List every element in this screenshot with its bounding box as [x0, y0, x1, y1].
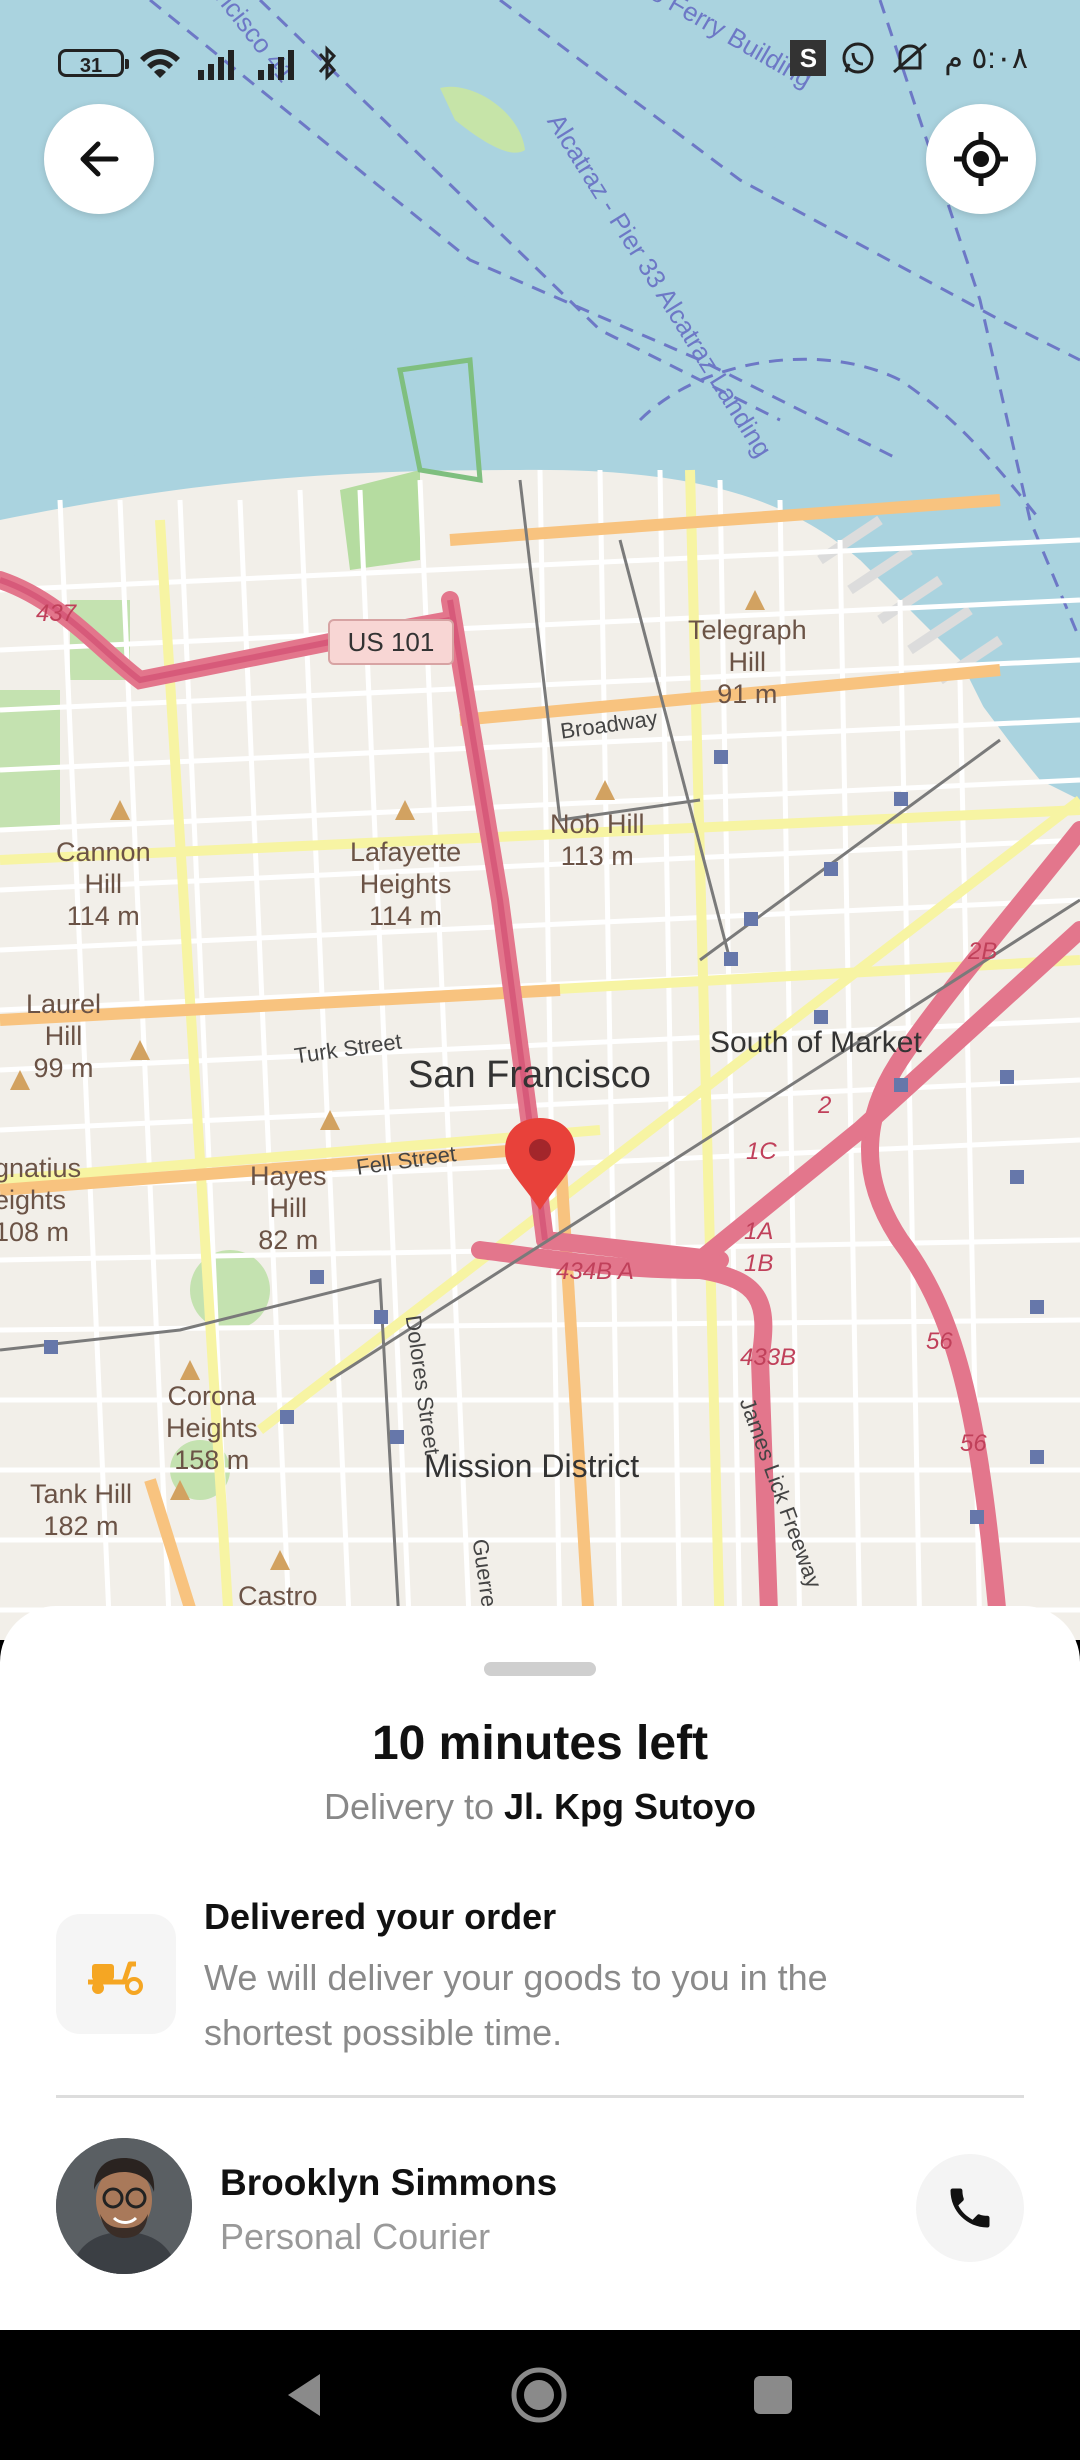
crosshair-icon: [954, 132, 1008, 186]
map-place-label: Corona Heights 158 m: [166, 1381, 258, 1475]
map-place-label: Lafayette Heights 114 m: [350, 837, 462, 931]
map-place-label: gnatius eights 108 m: [0, 1153, 82, 1247]
eta-title: 10 minutes left: [371, 1717, 709, 1770]
drag-handle[interactable]: [484, 1662, 596, 1676]
back-button[interactable]: [44, 104, 154, 214]
map-place-label: Tank Hill 182 m: [30, 1479, 133, 1541]
arrow-left-icon: [80, 141, 119, 177]
signal-icon: [258, 50, 294, 80]
status-time: ٥:٠٨ م: [944, 41, 1028, 75]
highway-label: 56: [960, 1430, 987, 1457]
highway-shield: US 101: [328, 619, 454, 665]
highway-label: 433B: [740, 1344, 797, 1371]
scooter-icon: [88, 1961, 143, 1995]
system-nav-bar: [0, 2330, 1080, 2460]
highway-label: 2: [818, 1092, 832, 1119]
map-place-label: Telegraph Hill 91 m: [688, 615, 807, 709]
delivery-address: Jl. Kpg Sutoyo: [504, 1786, 757, 1827]
highway-label: 437: [36, 600, 77, 627]
courier-name: Brooklyn Simmons: [220, 2162, 558, 2203]
highway-label: 1A: [744, 1218, 774, 1245]
highway-label: 434B A: [556, 1258, 634, 1285]
delivery-destination: Delivery to Jl. Kpg Sutoyo: [0, 1786, 1080, 1828]
nav-back-icon[interactable]: [282, 2370, 326, 2420]
status-title: Delivered your order: [204, 1896, 557, 1937]
wifi-icon: [140, 49, 180, 78]
map-city-label: San Francisco: [408, 1054, 651, 1096]
whatsapp-icon: [842, 42, 874, 74]
bluetooth-icon: [318, 45, 337, 81]
signal-icon: [198, 50, 234, 80]
status-bar: 31 S ٥:٠٨ م: [0, 0, 1080, 120]
courier-role: Personal Courier: [220, 2216, 491, 2257]
map-place-label: Laurel Hill 99 m: [26, 989, 102, 1083]
status-icon-box: [56, 1914, 176, 2034]
call-courier-button[interactable]: [916, 2154, 1024, 2262]
map-district-label: South of Market: [710, 1026, 922, 1059]
map-view[interactable]: San Francisco Mission District South of …: [0, 0, 1080, 1640]
highway-label: 1C: [746, 1138, 777, 1165]
divider: [56, 2095, 1024, 2098]
highway-label: 1B: [744, 1250, 774, 1277]
map-place-label: Cannon Hill 114 m: [56, 837, 151, 931]
delivery-sheet: 10 minutes left Delivery to Jl. Kpg Suto…: [0, 1606, 1080, 2330]
map-canvas: [0, 0, 1080, 1640]
mute-icon: [893, 42, 928, 74]
map-place-label: Hayes Hill 82 m: [250, 1161, 327, 1255]
nav-home-icon[interactable]: [510, 2366, 568, 2424]
highway-label: 2B: [968, 938, 998, 965]
s-app-icon: S: [790, 40, 827, 76]
nav-recents-icon[interactable]: [752, 2374, 794, 2416]
phone-icon: [950, 2188, 990, 2228]
my-location-button[interactable]: [926, 104, 1036, 214]
delivery-prefix: Delivery to: [323, 1786, 495, 1827]
battery-icon: 31: [58, 49, 129, 77]
map-place-label: Nob Hill 113 m: [550, 809, 645, 871]
status-description: We will deliver your goods to you in the…: [204, 1957, 828, 2053]
map-district-label: Mission District: [424, 1448, 640, 1484]
highway-label: 56: [926, 1328, 953, 1355]
avatar: [56, 2138, 192, 2274]
